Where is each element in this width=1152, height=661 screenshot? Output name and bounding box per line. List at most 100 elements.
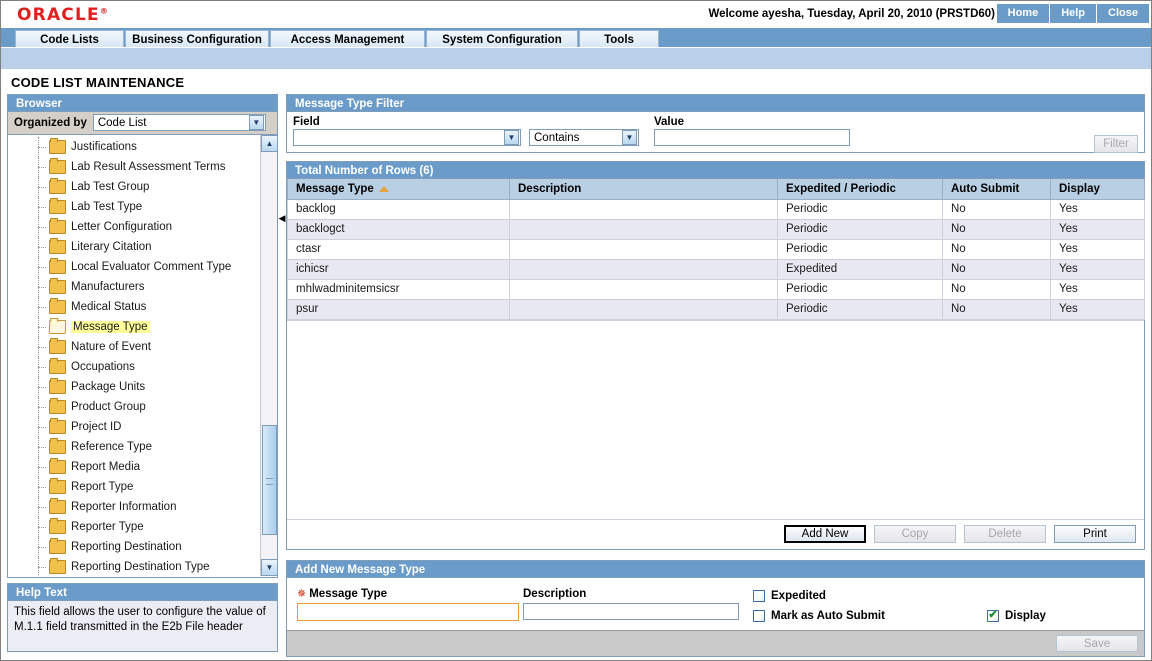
help-text-panel: Help Text This field allows the user to … [7,583,278,652]
scroll-down-button[interactable]: ▼ [261,559,277,576]
add-form-footer: Save [287,629,1144,656]
top-links: Home Help Close [996,4,1149,23]
folder-icon [49,218,66,234]
check-icon: ✔ [988,609,998,621]
table-row[interactable]: psur Periodic No Yes [287,298,1145,320]
filter-field-select[interactable]: ▼ [293,129,521,146]
tree-item-letter-configuration[interactable]: Letter Configuration [8,217,260,237]
column-header-display[interactable]: Display [1050,179,1145,200]
tree-elbow [38,487,46,489]
folder-icon [49,378,66,394]
tree-item-lab-test-type[interactable]: Lab Test Type [8,197,260,217]
column-header-expedited-periodic[interactable]: Expedited / Periodic [777,179,943,200]
tree-item-medical-status[interactable]: Medical Status [8,297,260,317]
tree-elbow [38,367,46,369]
folder-icon [49,518,66,534]
tree-item-reporter-type[interactable]: Reporter Type [8,517,260,537]
message-type-input[interactable] [297,602,519,621]
folder-icon [49,278,66,294]
table-row[interactable]: ctasr Periodic No Yes [287,238,1145,260]
auto-submit-checkbox-row[interactable]: Mark as Auto Submit [753,606,1003,626]
tree-item-literary-citation[interactable]: Literary Citation [8,237,260,257]
cell-description [509,298,778,320]
description-input[interactable] [523,602,739,620]
collapse-panel-icon[interactable]: ◀ [278,212,286,225]
cell-auto-submit: No [942,198,1051,220]
tree-item-manufacturers[interactable]: Manufacturers [8,277,260,297]
tree-elbow [38,247,46,249]
tree-item-reporting-destination-type[interactable]: Reporting Destination Type [8,557,260,576]
display-checkbox[interactable]: ✔ [987,609,999,622]
cell-expedited-periodic: Periodic [777,278,943,300]
table-row[interactable]: ichicsr Expedited No Yes [287,258,1145,280]
display-checkbox-row[interactable]: ✔ Display [987,606,1046,626]
column-header-message-type[interactable]: Message Type [287,179,510,200]
auto-submit-checkbox[interactable] [753,609,765,622]
save-button[interactable]: Save [1056,634,1138,652]
folder-icon [49,358,66,374]
scroll-up-button[interactable]: ▲ [261,135,277,152]
folder-icon [49,398,66,414]
tree-item-project-id[interactable]: Project ID [8,417,260,437]
organized-by-select[interactable]: Code List ▼ [92,114,266,131]
delete-button[interactable]: Delete [964,524,1046,543]
tree-item-occupations[interactable]: Occupations [8,357,260,377]
tab-access-management[interactable]: Access Management [270,30,425,47]
expedited-checkbox[interactable] [753,589,765,602]
folder-icon [49,258,66,274]
folder-icon [49,158,66,174]
tree-item-label: Message Type [71,321,150,333]
tree-item-justifications[interactable]: Justifications [8,137,260,157]
filter-operator-select[interactable]: Contains ▼ [529,129,639,146]
copy-button[interactable]: Copy [874,524,956,543]
filter-button[interactable]: Filter [1094,135,1138,153]
tree-item-report-type[interactable]: Report Type [8,477,260,497]
tree-item-product-group[interactable]: Product Group [8,397,260,417]
tree-item-message-type[interactable]: Message Type [8,317,260,337]
add-new-message-type-panel: Add New Message Type ✵ Message Type Descr… [286,559,1145,657]
expedited-label: Expedited [771,589,826,602]
tree-item-lab-test-group[interactable]: Lab Test Group [8,177,260,197]
tree-item-lab-result-assessment-terms[interactable]: Lab Result Assessment Terms [8,157,260,177]
tree-item-reporter-information[interactable]: Reporter Information [8,497,260,517]
browser-panel: Browser Organized by Code List ▼ Justifi… [7,94,278,578]
display-label: Display [1005,609,1046,622]
tree-elbow [38,347,46,349]
close-link[interactable]: Close [1097,4,1149,23]
table-body: backlog Periodic No Yes backlogct Periodic No Y… [287,198,1145,320]
message-type-label: Message Type [309,587,387,600]
cell-display: Yes [1050,198,1145,220]
right-column: Message Type Filter Field Value ▼ Contai… [286,94,1145,657]
tree-item-report-media[interactable]: Report Media [8,457,260,477]
tree-elbow [38,327,46,329]
expedited-checkbox-row[interactable]: Expedited [753,586,1003,606]
tree-scrollbar[interactable]: ▲ ▼ [260,135,277,576]
filter-value-label: Value [654,116,685,128]
tab-business-configuration[interactable]: Business Configuration [125,30,269,47]
cell-message-type: psur [287,298,510,320]
tree-item-reference-type[interactable]: Reference Type [8,437,260,457]
tree-item-reporting-destination[interactable]: Reporting Destination [8,537,260,557]
tab-code-lists[interactable]: Code Lists [15,30,124,47]
table-row[interactable]: mhlwadminitemsicsr Periodic No Yes [287,278,1145,300]
message-type-field-group: ✵ Message Type [297,586,519,621]
help-link[interactable]: Help [1050,4,1098,23]
tree-item-nature-of-event[interactable]: Nature of Event [8,337,260,357]
tab-system-configuration[interactable]: System Configuration [426,30,578,47]
cell-display: Yes [1050,258,1145,280]
scrollbar-thumb[interactable] [262,425,277,535]
home-link[interactable]: Home [996,4,1051,23]
table-row[interactable]: backlog Periodic No Yes [287,198,1145,220]
column-header-auto-submit[interactable]: Auto Submit [942,179,1051,200]
cell-message-type: ichicsr [287,258,510,280]
cell-auto-submit: No [942,298,1051,320]
filter-value-input[interactable] [654,129,850,146]
tab-tools[interactable]: Tools [579,30,659,47]
column-header-description[interactable]: Description [509,179,778,200]
table-row[interactable]: backlogct Periodic No Yes [287,218,1145,240]
tree-item-local-evaluator-comment-type[interactable]: Local Evaluator Comment Type [8,257,260,277]
filter-field-label: Field [293,116,320,128]
print-button[interactable]: Print [1054,524,1136,543]
tree-item-package-units[interactable]: Package Units [8,377,260,397]
add-new-button[interactable]: Add New [784,524,866,543]
